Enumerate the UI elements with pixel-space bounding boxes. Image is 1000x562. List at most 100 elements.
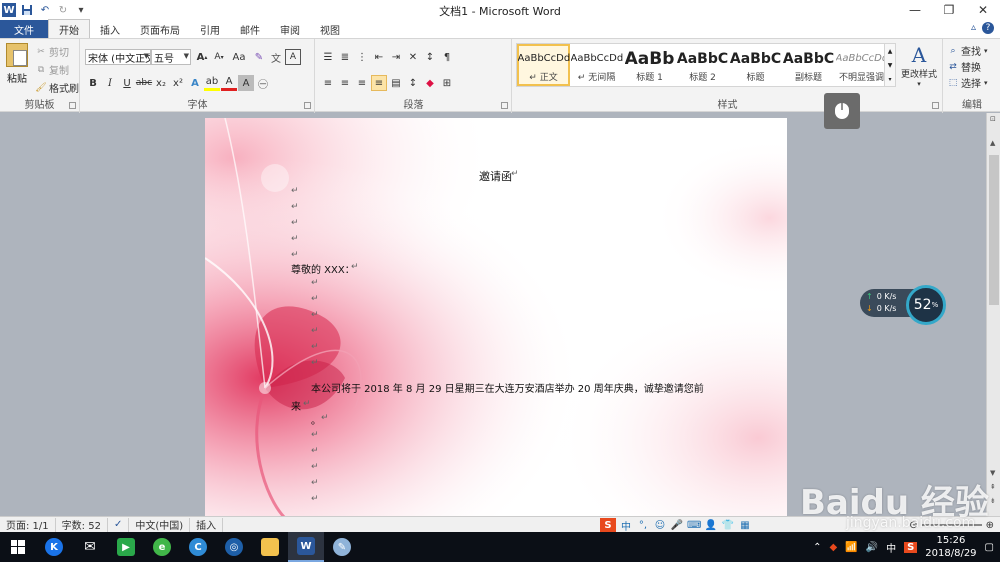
taskbar-app-browser[interactable]: C bbox=[180, 532, 216, 562]
clock[interactable]: 15:26 2018/8/29 bbox=[925, 534, 976, 560]
bold-button[interactable]: B bbox=[85, 75, 101, 91]
document-area[interactable]: 邀请函 ↵ ↵ ↵ ↵ ↵ ↵ 尊敬的 XXX： ↵ ↵ ↵ ↵ ↵ ↵ ↵ 本… bbox=[0, 113, 986, 516]
tab-file[interactable]: 文件 bbox=[0, 20, 48, 38]
justify-icon[interactable]: ≡ bbox=[371, 75, 387, 91]
styles-launcher[interactable] bbox=[932, 102, 939, 109]
show-marks-icon[interactable]: ¶ bbox=[439, 49, 455, 65]
floating-assistant-button[interactable] bbox=[824, 93, 860, 129]
wifi-icon[interactable]: 📶 bbox=[845, 542, 857, 553]
invitation-body-line1[interactable]: 本公司将于 2018 年 8 月 29 日星期三在大连万安酒店举办 20 周年庆… bbox=[311, 380, 704, 395]
tab-home[interactable]: 开始 bbox=[48, 19, 90, 38]
sogou-tray-icon[interactable]: S bbox=[904, 541, 918, 553]
start-button[interactable] bbox=[0, 532, 36, 562]
next-page-icon[interactable]: ⇟ bbox=[990, 497, 996, 505]
strikethrough-icon[interactable]: abc bbox=[136, 75, 152, 91]
cut-button[interactable]: ✂ 剪切 bbox=[36, 44, 69, 60]
style-subtitle[interactable]: AaBbC 副标题 bbox=[782, 44, 835, 86]
clear-format-icon[interactable]: ✎ bbox=[251, 49, 267, 65]
toolbox-icon[interactable]: ▦ bbox=[738, 520, 752, 531]
multilevel-list-icon[interactable]: ⋮ bbox=[354, 49, 370, 65]
style-subtle-emphasis[interactable]: AaBbCcDd 不明显强调 bbox=[835, 44, 888, 86]
network-speed-widget[interactable]: ↑ 0 K/s ↓ 0 K/s 52% bbox=[860, 285, 948, 325]
page-count[interactable]: 页面: 1/1 bbox=[0, 517, 56, 532]
shrink-font-icon[interactable]: A ▾ bbox=[211, 49, 227, 65]
copy-button[interactable]: ⧉ 复制 bbox=[36, 62, 69, 78]
underline-button[interactable]: U bbox=[119, 75, 135, 91]
sort-icon[interactable]: ↕ bbox=[422, 49, 438, 65]
help-icon[interactable]: ? bbox=[982, 22, 994, 34]
volume-icon[interactable]: 🔊 bbox=[866, 542, 878, 553]
tab-references[interactable]: 引用 bbox=[190, 20, 230, 38]
bullets-icon[interactable]: ☰ bbox=[320, 49, 336, 65]
taskbar-app-player[interactable]: ▶ bbox=[108, 532, 144, 562]
style-no-spacing[interactable]: AaBbCcDd ↵ 无间隔 bbox=[570, 44, 623, 86]
tab-page-layout[interactable]: 页面布局 bbox=[130, 20, 190, 38]
customize-qat-icon[interactable]: ▾ bbox=[74, 3, 88, 17]
phonetic-guide-icon[interactable]: 文 bbox=[268, 49, 284, 65]
subscript-icon[interactable]: x₂ bbox=[153, 75, 169, 91]
superscript-icon[interactable]: x² bbox=[170, 75, 186, 91]
zoom-in-icon[interactable]: ⊕ bbox=[986, 520, 994, 531]
highlight-color-icon[interactable]: ab bbox=[204, 75, 220, 91]
scroll-up-icon[interactable]: ▲ bbox=[990, 139, 995, 147]
align-center-icon[interactable]: ≡ bbox=[337, 75, 353, 91]
paste-button[interactable]: 粘贴 bbox=[4, 43, 30, 89]
salutation-text[interactable]: 尊敬的 XXX： bbox=[291, 261, 355, 276]
restore-button[interactable]: ❐ bbox=[932, 0, 966, 20]
user-icon[interactable]: 👤 bbox=[704, 520, 718, 531]
style-heading-2[interactable]: AaBbC 标题 2 bbox=[676, 44, 729, 86]
word-count[interactable]: 字数: 52 bbox=[56, 517, 108, 532]
find-button[interactable]: ⌕ 查找 ▾ bbox=[948, 43, 987, 59]
show-hidden-icons[interactable]: ⌃ bbox=[813, 542, 821, 553]
line-spacing-icon[interactable]: ↕ bbox=[405, 75, 421, 91]
invitation-body-line2[interactable]: 来 bbox=[291, 398, 301, 413]
italic-button[interactable]: I bbox=[102, 75, 118, 91]
clipboard-launcher[interactable] bbox=[69, 102, 76, 109]
select-button[interactable]: ⬚ 选择 ▾ bbox=[948, 75, 988, 91]
numbering-icon[interactable]: ≣ bbox=[337, 49, 353, 65]
style-heading-1[interactable]: AaBb 标题 1 bbox=[623, 44, 676, 86]
zoom-out-icon[interactable]: ⊖ bbox=[909, 520, 917, 531]
language-indicator[interactable]: 中文(中国) bbox=[129, 517, 191, 532]
taskbar-app-mail[interactable]: ✉ bbox=[72, 532, 108, 562]
redo-icon[interactable]: ↻ bbox=[56, 3, 70, 17]
character-border-icon[interactable]: A bbox=[285, 49, 301, 65]
collapse-ribbon-icon[interactable]: ▵ bbox=[971, 22, 976, 34]
zoom-slider[interactable] bbox=[921, 524, 982, 526]
taskbar-app-explorer[interactable] bbox=[252, 532, 288, 562]
tray-ime-indicator[interactable]: 中 bbox=[886, 540, 896, 555]
word-logo-icon[interactable]: W bbox=[2, 3, 16, 17]
borders-icon[interactable]: ⊞ bbox=[439, 75, 455, 91]
sogou-ime-icon[interactable]: S bbox=[600, 518, 616, 532]
grow-font-icon[interactable]: A ▴ bbox=[194, 49, 210, 65]
character-shading-icon[interactable]: A bbox=[238, 75, 254, 91]
taskbar-app-paint[interactable]: ✎ bbox=[324, 532, 360, 562]
font-color-icon[interactable]: A bbox=[221, 75, 237, 91]
text-effects-icon[interactable]: A bbox=[187, 75, 203, 91]
insert-mode-indicator[interactable]: 插入 bbox=[190, 517, 224, 532]
save-icon[interactable] bbox=[20, 3, 34, 17]
align-right-icon[interactable]: ≡ bbox=[354, 75, 370, 91]
format-painter-button[interactable]: 🖌 格式刷 bbox=[35, 80, 79, 96]
taskbar-app-globe[interactable]: ◎ bbox=[216, 532, 252, 562]
keyboard-icon[interactable]: ⌨ bbox=[687, 520, 701, 531]
change-case-icon[interactable]: Aa bbox=[228, 49, 250, 65]
style-title[interactable]: AaBbC 标题 bbox=[729, 44, 782, 86]
tray-app-icon[interactable]: ◆ bbox=[829, 542, 837, 553]
font-size-combo[interactable]: 五号 ▼ bbox=[151, 49, 191, 65]
tab-mailings[interactable]: 邮件 bbox=[230, 20, 270, 38]
voice-input-icon[interactable]: 🎤 bbox=[670, 520, 684, 531]
align-left-icon[interactable]: ≡ bbox=[320, 75, 336, 91]
emoji-icon[interactable]: ☺ bbox=[653, 520, 667, 531]
tab-view[interactable]: 视图 bbox=[310, 20, 350, 38]
font-name-combo[interactable]: 宋体 (中文正文)▼ bbox=[85, 49, 151, 65]
style-normal[interactable]: AaBbCcDd ↵ 正文 bbox=[517, 44, 570, 86]
decrease-indent-icon[interactable]: ⇤ bbox=[371, 49, 387, 65]
enclose-characters-icon[interactable]: ㊀ bbox=[255, 75, 271, 91]
notification-icon[interactable]: ▢ bbox=[985, 542, 994, 553]
shading-icon[interactable]: ◆ bbox=[422, 75, 438, 91]
paragraph-launcher[interactable] bbox=[501, 102, 508, 109]
replace-button[interactable]: ⇄ 替换 bbox=[948, 59, 981, 75]
scroll-down-icon[interactable]: ▼ bbox=[990, 469, 995, 477]
punctuation-icon[interactable]: °, bbox=[636, 520, 650, 531]
